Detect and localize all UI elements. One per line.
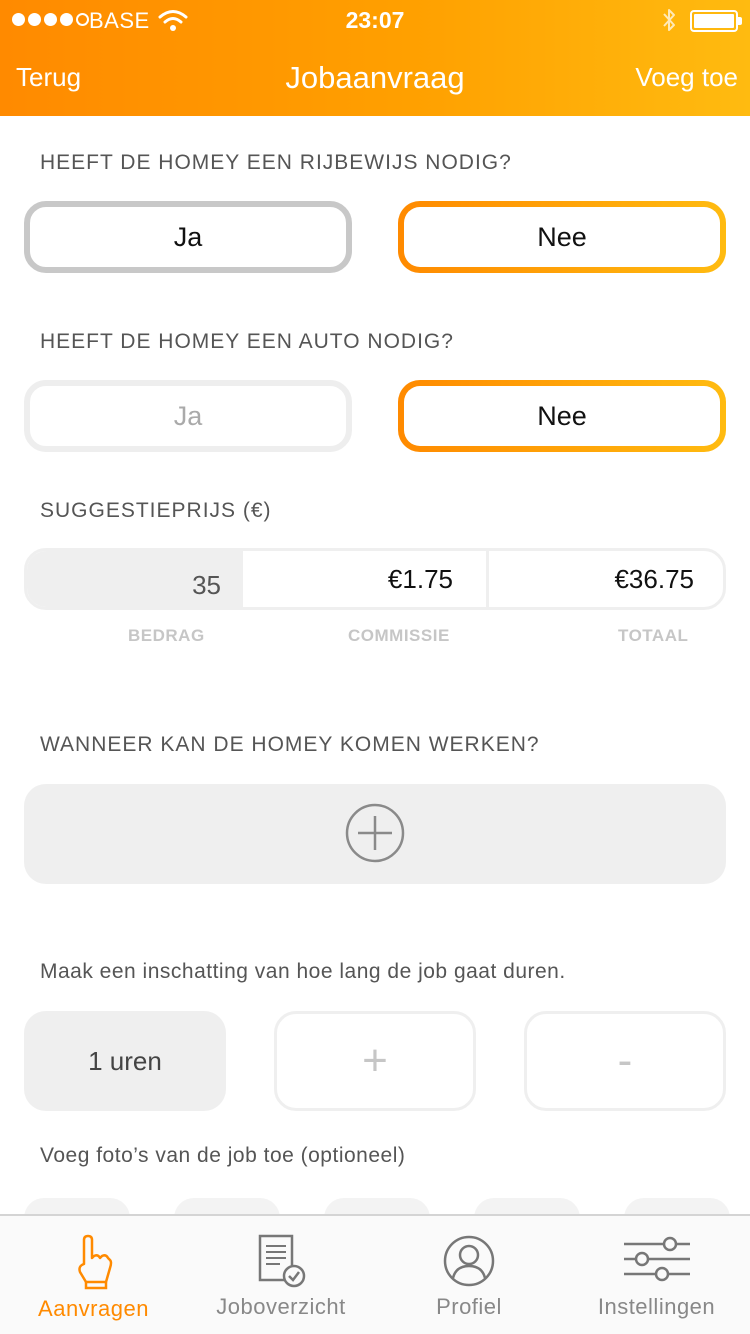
plus-icon: + [362, 1036, 388, 1085]
tab-bar: Aanvragen Joboverzicht Profiel Instellin… [0, 1214, 750, 1334]
car-question-label: HEEFT DE HOMEY EEN AUTO NODIG? [40, 330, 454, 353]
tab-label: Joboverzicht [216, 1294, 346, 1319]
license-yes-button[interactable]: Ja [24, 201, 352, 273]
battery-icon [690, 10, 742, 32]
license-no-label: Nee [537, 221, 587, 252]
status-bar: BASE 23:07 [0, 0, 750, 40]
status-time: 23:07 [345, 7, 405, 33]
duration-value-text: 1 uren [88, 1045, 162, 1076]
commission-value: €1.75 [387, 563, 453, 594]
duration-hint: Maak een inschatting van hoe lang de job… [40, 960, 566, 983]
tab-aanvragen[interactable]: Aanvragen [0, 1216, 187, 1334]
license-question-label: HEEFT DE HOMEY EEN RIJBEWIJS NODIG? [40, 151, 512, 174]
amount-input[interactable]: 35 [27, 551, 243, 607]
license-no-button[interactable]: Nee [398, 201, 726, 273]
car-no-button[interactable]: Nee [398, 380, 726, 452]
user-circle-icon [443, 1235, 495, 1287]
commission-caption: COMMISSIE [348, 626, 450, 645]
tab-profiel[interactable]: Profiel [375, 1216, 563, 1334]
tab-joboverzicht[interactable]: Joboverzicht [187, 1216, 375, 1334]
document-check-icon [258, 1234, 306, 1288]
tab-instellingen[interactable]: Instellingen [563, 1216, 750, 1334]
minus-icon: - [617, 1036, 633, 1085]
photos-hint: Voeg foto’s van de job toe (optioneel) [40, 1144, 406, 1167]
schedule-question-label: WANNEER KAN DE HOMEY KOMEN WERKEN? [40, 733, 540, 756]
plus-circle-icon [345, 803, 405, 863]
header: BASE 23:07 Terug Jobaanvraag Voeg toe [0, 0, 750, 116]
commission-field: €1.75 [243, 551, 483, 607]
add-job-button[interactable]: Voeg toe [635, 62, 738, 93]
duration-increase-button[interactable]: + [274, 1011, 476, 1111]
price-row: 35 €1.75 €36.75 [24, 548, 726, 610]
tab-label: Instellingen [597, 1294, 716, 1319]
car-yes-label: Ja [173, 400, 203, 431]
sliders-icon [623, 1236, 690, 1282]
total-caption: TOTAAL [618, 626, 689, 645]
license-yes-label: Ja [173, 221, 203, 252]
total-field: €36.75 [486, 551, 723, 607]
add-time-slot-button[interactable] [24, 784, 726, 884]
car-yes-button[interactable]: Ja [24, 380, 352, 452]
duration-decrease-button[interactable]: - [524, 1011, 726, 1111]
tab-label: Profiel [436, 1294, 502, 1319]
price-label: SUGGESTIEPRIJS (€) [40, 499, 272, 522]
duration-value: 1 uren [24, 1011, 226, 1111]
bluetooth-icon [663, 9, 675, 31]
tab-label: Aanvragen [38, 1296, 149, 1321]
total-value: €36.75 [614, 563, 694, 594]
hand-pointer-icon [77, 1234, 112, 1290]
amount-caption: BEDRAG [128, 626, 205, 645]
amount-value: 35 [192, 569, 221, 600]
car-no-label: Nee [537, 400, 587, 431]
